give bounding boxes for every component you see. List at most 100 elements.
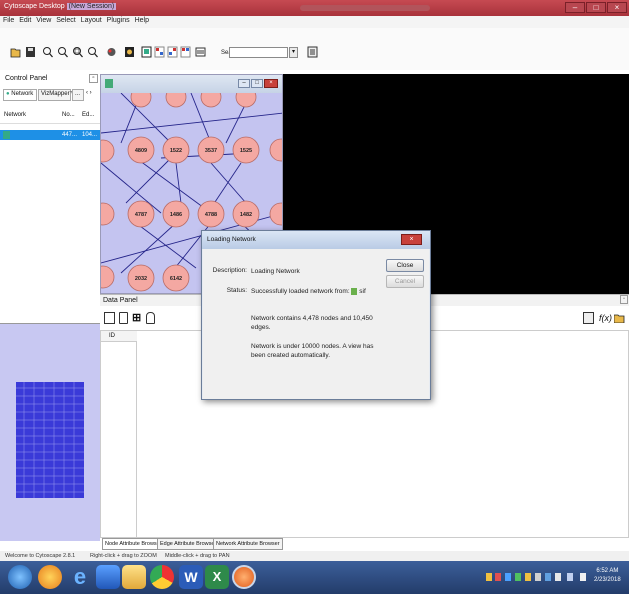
session-name: (New Session) [66, 3, 117, 10]
window-title: Cytoscape Desktop (New Session) [4, 3, 117, 10]
table-options-icon[interactable] [583, 312, 594, 324]
dialog-close-icon[interactable]: × [401, 234, 422, 245]
dialog-title: Loading Network [202, 231, 430, 249]
menu-layout[interactable]: Layout [81, 17, 102, 24]
pinned-app-icon[interactable] [38, 565, 62, 589]
control-panel-title: Control Panel [5, 75, 48, 82]
network-overview-panel[interactable] [0, 323, 100, 541]
column-edges[interactable]: Ed... [82, 112, 94, 118]
node-label: 1522 [170, 148, 182, 154]
data-panel-float-button[interactable]: ▫ [620, 295, 628, 304]
import-attributes-icon[interactable]: ⊞ [132, 311, 141, 324]
tab-scroll-arrows[interactable]: ‹ › [86, 90, 92, 96]
node-label: 1486 [170, 212, 182, 218]
tab-node-attribute-browser[interactable]: Node Attribute Browser [102, 538, 165, 550]
blurred-title-area [300, 5, 430, 11]
network-view-icon [105, 79, 113, 88]
view-close-button[interactable]: × [264, 79, 278, 88]
tray-icon[interactable] [515, 573, 521, 581]
show-all-icon[interactable] [124, 46, 135, 58]
menu-edit[interactable]: Edit [19, 17, 31, 24]
select-attributes-icon[interactable] [104, 312, 115, 324]
node-label: 4787 [135, 212, 147, 218]
status-file: sif [359, 288, 366, 295]
column-network[interactable]: Network [4, 112, 26, 118]
delete-attributes-icon[interactable] [146, 312, 155, 324]
volume-icon[interactable] [580, 573, 586, 581]
view-info-line2: been created automatically. [251, 352, 331, 359]
save-icon[interactable] [25, 46, 36, 58]
cancel-button[interactable]: Cancel [386, 275, 424, 288]
node-label: 4788 [205, 212, 217, 218]
chrome-icon[interactable] [150, 565, 174, 589]
zoom-selected-icon[interactable] [72, 46, 83, 58]
zoom-in-icon[interactable] [42, 46, 53, 58]
id-column: ID [101, 331, 137, 539]
zoom-out-icon[interactable] [57, 46, 68, 58]
view-minimize-button[interactable]: – [238, 79, 250, 88]
export-folder-icon[interactable] [613, 313, 625, 325]
new-network-icon[interactable] [141, 46, 152, 58]
status-pan-hint: Middle-click + drag to PAN [165, 553, 230, 559]
zoom-fit-icon[interactable] [87, 46, 98, 58]
start-button-icon[interactable] [8, 565, 32, 589]
status-bar: Welcome to Cytoscape 2.8.1 Right-click +… [0, 551, 629, 561]
layout-grid-icon[interactable] [167, 46, 178, 58]
flag-tray-icon[interactable] [567, 573, 573, 581]
tray-icon[interactable] [555, 573, 561, 581]
control-panel-float-button[interactable]: ▫ [89, 74, 98, 83]
taskbar-clock[interactable]: 6:52 AM 2/23/2018 [594, 567, 621, 585]
tray-icon[interactable] [505, 573, 511, 581]
open-folder-icon[interactable] [10, 46, 21, 58]
column-nodes[interactable]: No... [62, 112, 75, 118]
network-node-icon [3, 131, 10, 139]
search-input[interactable] [229, 47, 288, 58]
network-view-titlebar: – □ × [101, 75, 282, 93]
file-icon [351, 287, 358, 295]
tray-icon[interactable] [535, 573, 541, 581]
new-attribute-icon[interactable] [119, 312, 128, 324]
layout-circle-icon[interactable] [180, 46, 191, 58]
vizmapper-icon[interactable] [195, 46, 206, 58]
tab-network-attribute-browser[interactable]: Network Attribute Browser [213, 538, 283, 550]
search-dropdown-button[interactable]: ▾ [289, 47, 298, 58]
close-window-button[interactable]: × [607, 2, 627, 13]
node-label: 3537 [205, 148, 217, 154]
tab-edge-attribute-browser[interactable]: Edge Attribute Browser [157, 538, 220, 550]
excel-icon[interactable]: X [205, 565, 229, 589]
word-icon[interactable]: W [179, 565, 203, 589]
dialog-body: Description: Loading Network Status: Suc… [203, 249, 429, 399]
clock-date: 2/23/2018 [594, 577, 621, 583]
menu-select[interactable]: Select [56, 17, 75, 24]
loading-network-dialog: Loading Network × Description: Loading N… [201, 230, 431, 400]
file-explorer-icon[interactable] [122, 565, 146, 589]
status-label: Status: [226, 287, 247, 294]
tab-more[interactable]: ... [72, 89, 84, 101]
tab-vizmapper[interactable]: VizMapper™ [38, 89, 76, 101]
media-player-icon[interactable] [96, 565, 120, 589]
cytoscape-taskbar-icon[interactable] [232, 565, 256, 589]
menu-view[interactable]: View [36, 17, 51, 24]
close-button[interactable]: Close [386, 259, 424, 272]
minimize-button[interactable]: – [565, 2, 585, 13]
menu-plugins[interactable]: Plugins [107, 17, 130, 24]
tab-network[interactable]: ● Network [3, 89, 37, 101]
filter-icon[interactable] [307, 46, 318, 58]
clock-time: 6:52 AM [596, 568, 619, 574]
layout-icon[interactable] [154, 46, 165, 58]
function-icon[interactable]: f(x) [599, 313, 612, 323]
menu-file[interactable]: File [3, 17, 14, 24]
tray-icon[interactable] [525, 573, 531, 581]
tray-icon[interactable] [486, 573, 492, 581]
maximize-button[interactable]: □ [586, 2, 606, 13]
internet-explorer-icon[interactable]: e [68, 565, 92, 589]
hide-icon[interactable] [106, 46, 117, 58]
tray-icon[interactable] [495, 573, 501, 581]
network-list-row[interactable]: 447... 104... [0, 130, 100, 140]
node-label: 6142 [170, 276, 182, 282]
cytoscape-window: Cytoscape Desktop (New Session) – □ × Fi… [0, 0, 629, 594]
menu-help[interactable]: Help [135, 17, 149, 24]
network-tray-icon[interactable] [545, 573, 551, 581]
column-header-id[interactable]: ID [101, 331, 137, 342]
view-maximize-button[interactable]: □ [251, 79, 263, 88]
